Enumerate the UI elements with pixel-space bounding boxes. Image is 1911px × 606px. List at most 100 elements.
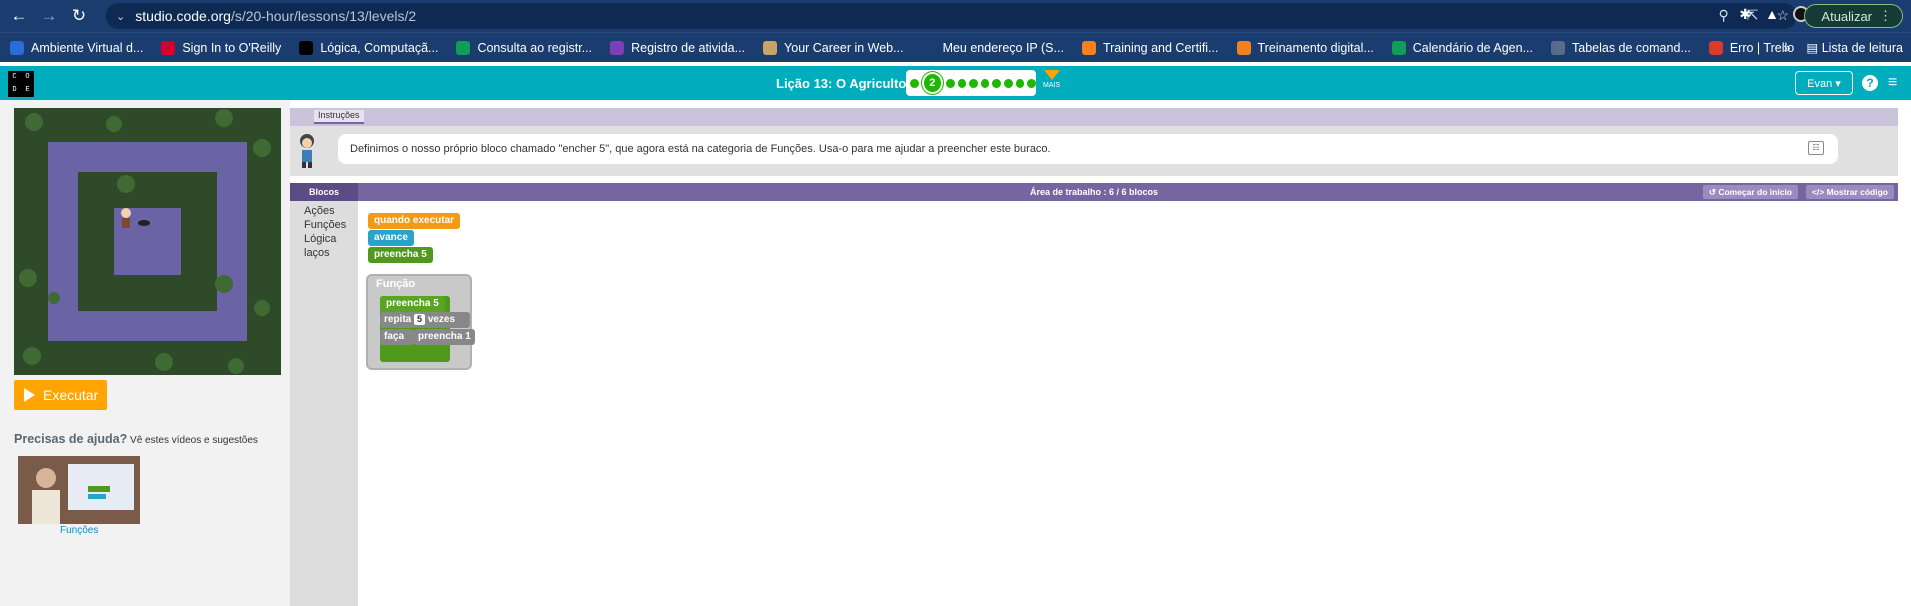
browser-toolbar: ← → ↻ ⌄ studio.code.org/s/20-hour/lesson… (0, 0, 1911, 32)
repeat-count-field[interactable]: 5 (414, 314, 426, 325)
update-button[interactable]: Atualizar ⋮ (1804, 4, 1903, 28)
level-dot[interactable] (969, 78, 978, 88)
function-definition[interactable]: Função preencha 5 repita 5 vezes faça pr… (366, 274, 475, 370)
bookmark-item[interactable]: Lógica, Computaçã... (299, 40, 439, 55)
more-levels-button[interactable]: MAIS (1043, 70, 1060, 89)
hamburger-menu-icon[interactable]: ≡ (1888, 75, 1897, 91)
right-edge (1898, 108, 1911, 606)
bookmark-favicon-icon (1391, 40, 1406, 55)
level-dot[interactable] (910, 78, 919, 88)
bookmark-favicon-icon (610, 40, 625, 55)
move-forward-block[interactable]: avance (368, 230, 414, 246)
level-dot[interactable] (992, 78, 1002, 88)
bookmark-favicon-icon (1708, 40, 1723, 55)
codeorg-logo[interactable]: CODE (8, 71, 34, 97)
bookmark-item[interactable]: Consulta ao registr... (456, 40, 593, 55)
bookmark-item[interactable]: Registro de ativida... (610, 40, 746, 55)
bookmark-favicon-icon (763, 40, 778, 55)
toolbox-category-logic[interactable]: Lógica (304, 233, 336, 245)
bookmark-favicon-icon (1236, 40, 1251, 55)
repeat-block[interactable]: repita 5 vezes (380, 312, 470, 328)
toolbox-header: Blocos (290, 183, 358, 201)
reload-icon[interactable]: ↻ (68, 5, 90, 27)
workspace-header: Área de trabalho : 6 / 6 blocos Blocos ↺… (290, 183, 1898, 201)
when-run-block[interactable]: quando executar (368, 213, 461, 229)
left-panel: Executar Precisas de ajuda? Vê estes víd… (0, 100, 290, 606)
bookmark-item[interactable]: Meu endereço IP (S... (921, 40, 1064, 55)
bookmark-item[interactable]: Erro | Trello (1708, 40, 1794, 55)
bookmark-label: Consulta ao registr... (477, 40, 593, 55)
bookmark-label: Tabelas de comand... (1572, 40, 1691, 55)
function-body[interactable]: preencha 5 repita 5 vezes faça preencha … (380, 296, 475, 362)
address-bar[interactable]: ⌄ studio.code.org/s/20-hour/lessons/13/l… (106, 3, 1797, 29)
level-dot[interactable] (1004, 78, 1013, 88)
bookmark-favicon-icon (10, 40, 24, 55)
reading-list-icon: ▤ (1806, 41, 1822, 55)
bookmark-label: Ambiente Virtual d... (31, 40, 144, 55)
instructions-text: Definimos o nosso próprio bloco chamado … (338, 134, 1838, 164)
bookmark-label: Lógica, Computaçã... (320, 40, 439, 55)
bookmark-favicon-icon (161, 40, 176, 55)
block-workspace[interactable]: quando executar avance preencha 5 Função… (358, 201, 1898, 606)
run-button[interactable]: Executar (14, 380, 107, 410)
bookmarks-bar: Ambiente Virtual d... Sign In to O'Reilly… (0, 32, 1911, 62)
bookmark-favicon-icon (456, 40, 471, 55)
level-progress: 2 (906, 70, 1037, 96)
level-dot[interactable] (945, 78, 955, 88)
bookmark-item[interactable]: Ambiente Virtual d... (10, 40, 144, 55)
url-text[interactable]: studio.code.org/s/20-hour/lessons/13/lev… (135, 8, 416, 24)
bookmark-item[interactable]: Training and Certifi... (1081, 40, 1219, 55)
level-dot[interactable] (957, 78, 967, 88)
bookmark-item[interactable]: Treinamento digital... (1236, 40, 1374, 55)
lesson-title[interactable]: Lição 13: O Agricultor 2 (776, 76, 922, 91)
instructions-area: Definimos o nosso próprio bloco chamado … (290, 126, 1898, 176)
show-code-button[interactable]: </> Mostrar código (1805, 185, 1894, 199)
fill1-call-block[interactable]: preencha 1 (414, 329, 475, 345)
bookmark-favicon-icon (921, 40, 936, 55)
chevron-down-icon[interactable]: ⌄ (116, 10, 125, 23)
bookmark-label: Your Career in Web... (784, 40, 904, 55)
toolbox-category-actions[interactable]: Ações (304, 205, 335, 217)
kebab-menu-icon[interactable]: ⋮ (1879, 8, 1892, 24)
level-dot[interactable] (1027, 78, 1037, 88)
toolbox: Ações Funções Lógica laços (290, 201, 358, 606)
help-icon[interactable]: ? (1862, 75, 1878, 91)
bookmarks-right: » ▤ Lista de leitura (1783, 40, 1903, 56)
user-menu-button[interactable]: Evan ▾ (1795, 71, 1853, 95)
more-arrow-icon (1043, 70, 1060, 80)
help-heading: Precisas de ajuda? Vê estes vídeos e sug… (14, 432, 258, 446)
bookmark-favicon-icon (299, 40, 314, 55)
tab-instructions[interactable]: Instruções (314, 110, 364, 124)
bookmark-item[interactable]: Tabelas de comand... (1551, 40, 1691, 55)
reading-list-button[interactable]: ▤ Lista de leitura (1806, 40, 1903, 55)
level-dot[interactable] (980, 78, 990, 88)
lab-icon[interactable]: ▲ (1765, 6, 1779, 23)
play-icon (24, 388, 35, 402)
bookmark-favicon-icon (1081, 40, 1096, 55)
codeorg-header: CODE Lição 13: O Agricultor 2 2 MAIS Eva… (0, 66, 1911, 100)
game-visualization (14, 108, 281, 375)
bookmark-item[interactable]: Your Career in Web... (763, 40, 904, 55)
fill5-call-block[interactable]: preencha 5 (368, 247, 433, 263)
instructions-tabbar: Instruções (290, 108, 1898, 126)
bookmark-label: Registro de ativida... (631, 40, 746, 55)
extensions-icon[interactable]: ✱ (1739, 6, 1751, 23)
toolbox-category-functions[interactable]: Funções (304, 219, 346, 231)
forward-arrow-icon[interactable]: → (38, 5, 60, 27)
reset-button[interactable]: ↺ Começar do início (1702, 185, 1798, 199)
bookmarks-overflow-button[interactable]: » (1783, 41, 1790, 55)
video-thumbnail[interactable] (18, 456, 140, 524)
function-name-block[interactable]: preencha 5 (380, 296, 445, 312)
zoom-icon[interactable]: ⚲ (1718, 7, 1728, 24)
bookmark-label: Treinamento digital... (1257, 40, 1374, 55)
current-level-bubble[interactable]: 2 (921, 72, 943, 94)
collapse-icon[interactable]: ☷ (1808, 141, 1824, 155)
farmer-avatar (296, 132, 318, 168)
bookmark-item[interactable]: Sign In to O'Reilly (161, 40, 281, 55)
back-arrow-icon[interactable]: ← (8, 5, 30, 27)
toolbox-category-loops[interactable]: laços (304, 247, 330, 259)
bookmark-label: Training and Certifi... (1102, 40, 1219, 55)
level-dot[interactable] (1015, 78, 1025, 88)
bookmark-item[interactable]: Calendário de Agen... (1391, 40, 1533, 55)
video-title[interactable]: Funções (60, 525, 98, 536)
